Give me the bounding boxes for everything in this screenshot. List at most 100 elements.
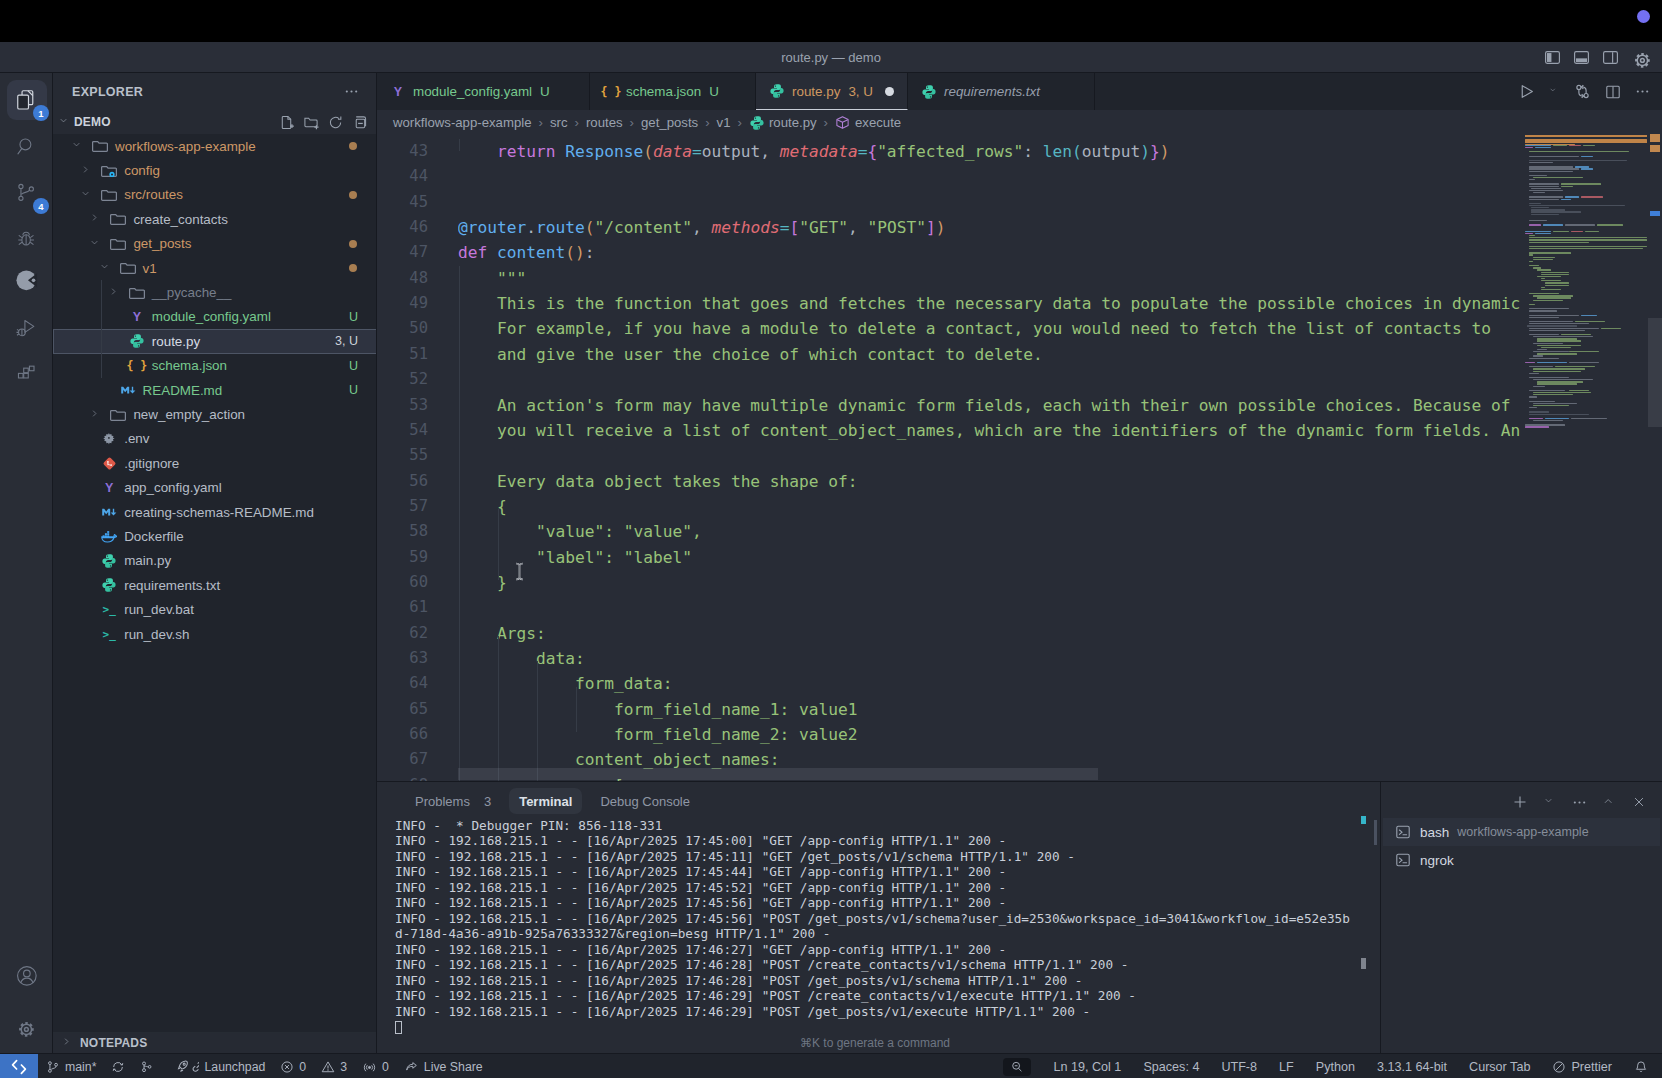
statusbar-cursor-position[interactable]: Ln 19, Col 1 (1053, 1060, 1121, 1074)
tree-item-v1[interactable]: v1 (53, 256, 377, 280)
breadcrumb-item[interactable]: src (550, 115, 568, 130)
twisty-chevron-down-icon (100, 262, 112, 274)
new-folder-icon (303, 115, 319, 130)
statusbar-ports[interactable]: 0 (362, 1060, 389, 1074)
notepads-section-header[interactable]: NOTEPADS (53, 1032, 377, 1053)
tree-item-requirements.txt[interactable]: requirements.txt (53, 573, 377, 597)
statusbar-notifications[interactable] (1634, 1060, 1648, 1074)
statusbar-git-branch[interactable]: main* (46, 1060, 96, 1074)
run-button[interactable] (1518, 83, 1535, 100)
breadcrumb-item[interactable]: get_posts (641, 115, 698, 130)
vertical-scrollbar-thumb[interactable] (1648, 318, 1662, 427)
activitybar-item-manage[interactable] (7, 1010, 47, 1050)
remote-indicator[interactable] (0, 1054, 38, 1078)
overview-ruler[interactable] (1648, 135, 1662, 781)
tree-item-workflows-app-example[interactable]: workflows-app-example (53, 134, 377, 158)
layout-sidebar-left-button[interactable] (1544, 49, 1561, 66)
yaml-icon: Y (390, 84, 406, 100)
tree-item-Dockerfile[interactable]: Dockerfile (53, 524, 377, 548)
statusbar-git-graph[interactable] (140, 1060, 154, 1074)
statusbar-live-share[interactable]: Live Share (404, 1060, 483, 1074)
minimap[interactable] (1522, 135, 1648, 781)
settings-gear-button[interactable] (1631, 49, 1648, 66)
statusbar-indentation[interactable]: Spaces: 4 (1143, 1060, 1199, 1074)
tree-item-creating-schemas-README.md[interactable]: creating-schemas-README.md (53, 500, 377, 524)
terminal-scrollbar-thumb[interactable] (1361, 958, 1366, 969)
plus-button[interactable] (1512, 794, 1528, 810)
tab-git-status: U (709, 84, 719, 99)
tree-item-src/routes[interactable]: src/routes (53, 183, 377, 207)
editor-tab-schema.json[interactable]: { }schema.jsonU (590, 73, 756, 110)
activitybar-item-ai-assistant[interactable] (7, 261, 47, 301)
file-label: app_config.yaml (124, 480, 222, 495)
editor-tab-module_config.yaml[interactable]: Ymodule_config.yamlU (377, 73, 590, 110)
more-button[interactable] (1635, 84, 1650, 99)
tree-item-create_contacts[interactable]: create_contacts (53, 207, 377, 231)
breadcrumb-item[interactable]: workflows-app-example (393, 115, 532, 130)
statusbar-encoding[interactable]: UTF-8 (1221, 1060, 1257, 1074)
chevron-down-icon (81, 189, 93, 201)
statusbar-prettier[interactable]: Prettier (1552, 1060, 1612, 1074)
statusbar-launchpad[interactable]: Launchpad (169, 1059, 265, 1074)
panel-tab-debug-console[interactable]: Debug Console (590, 788, 700, 814)
terminal-instance-bash[interactable]: bashworkflows-app-example (1383, 818, 1660, 846)
activitybar-item-accounts[interactable] (7, 956, 47, 996)
horizontal-scrollbar[interactable] (458, 768, 1098, 780)
close-button[interactable] (1632, 795, 1646, 809)
workspace-section-header[interactable]: DEMO (53, 110, 377, 134)
chevron-up-button[interactable] (1603, 796, 1616, 809)
breadcrumb-item[interactable]: routes (586, 115, 623, 130)
editor-tab-route.py[interactable]: route.py3, U (756, 73, 908, 110)
activitybar-item-search[interactable] (7, 127, 47, 167)
activitybar-item-debug[interactable] (7, 219, 47, 259)
breadcrumb-item[interactable]: v1 (717, 115, 731, 130)
tree-item-app_config.yaml[interactable]: Yapp_config.yaml (53, 476, 377, 500)
git-badge: U (349, 359, 358, 373)
more-button[interactable] (1572, 795, 1587, 810)
split-editor-button[interactable] (1605, 84, 1621, 100)
collapse-all-button[interactable] (352, 115, 367, 130)
tree-item-get_posts[interactable]: get_posts (53, 232, 377, 256)
dropdown-button[interactable] (1549, 86, 1560, 97)
activitybar-item-explorer[interactable]: 1 (7, 80, 47, 120)
statusbar-cursor-tab[interactable]: Cursor Tab (1469, 1060, 1530, 1074)
compare-changes-button[interactable] (1574, 83, 1591, 100)
tree-item-run_dev.sh[interactable]: >_run_dev.sh (53, 622, 377, 646)
activitybar-item-extensions[interactable] (7, 355, 47, 395)
statusbar-zoom[interactable] (1003, 1058, 1031, 1076)
file-label: creating-schemas-README.md (124, 505, 314, 520)
statusbar-language-mode[interactable]: Python (1316, 1060, 1355, 1074)
statusbar-python-interpreter[interactable]: 3.13.1 64-bit (1377, 1060, 1447, 1074)
new-file-button[interactable] (279, 115, 294, 130)
statusbar-sync-changes[interactable] (111, 1060, 125, 1074)
tab-git-status: 3, U (848, 84, 873, 99)
activitybar-item-run-and-debug[interactable] (7, 308, 47, 348)
explorer-more-actions-icon[interactable] (344, 84, 359, 99)
statusbar-eol[interactable]: LF (1279, 1060, 1294, 1074)
line-number: 59 (377, 545, 428, 570)
breadcrumb-item[interactable]: execute (835, 115, 901, 130)
layout-panel-button[interactable] (1573, 49, 1590, 66)
chevron-down-button[interactable] (1544, 796, 1556, 808)
layout-sidebar-right-button[interactable] (1602, 49, 1619, 66)
activitybar-item-source-control[interactable]: 4 (7, 173, 47, 213)
file-label: run_dev.bat (124, 602, 194, 617)
tree-item-.env[interactable]: .env (53, 427, 377, 451)
tree-item-config[interactable]: config (53, 158, 377, 182)
breadcrumb-item[interactable]: route.py (749, 115, 817, 130)
new-folder-button[interactable] (303, 115, 319, 130)
panel-tab-problems[interactable]: Problems3 (405, 788, 501, 814)
panel-tab-terminal[interactable]: Terminal (509, 788, 582, 814)
tree-item-.gitignore[interactable]: .gitignore (53, 451, 377, 475)
terminal-instance-ngrok[interactable]: ngrok (1383, 846, 1660, 874)
tree-item-run_dev.bat[interactable]: >_run_dev.bat (53, 598, 377, 622)
tree-item-new_empty_action[interactable]: new_empty_action (53, 402, 377, 426)
tree-item-main.py[interactable]: main.py (53, 549, 377, 573)
statusbar-warnings[interactable]: 3 (321, 1060, 347, 1074)
line-number: 49 (377, 291, 428, 316)
code-editor[interactable]: 4344454647484950515253545556575859606162… (377, 135, 1662, 781)
tree-item-README.md[interactable]: README.mdU (53, 378, 377, 402)
editor-tab-requirements.txt[interactable]: requirements.txt (908, 73, 1095, 110)
refresh-button[interactable] (328, 115, 343, 130)
statusbar-errors[interactable]: 0 (280, 1060, 306, 1074)
